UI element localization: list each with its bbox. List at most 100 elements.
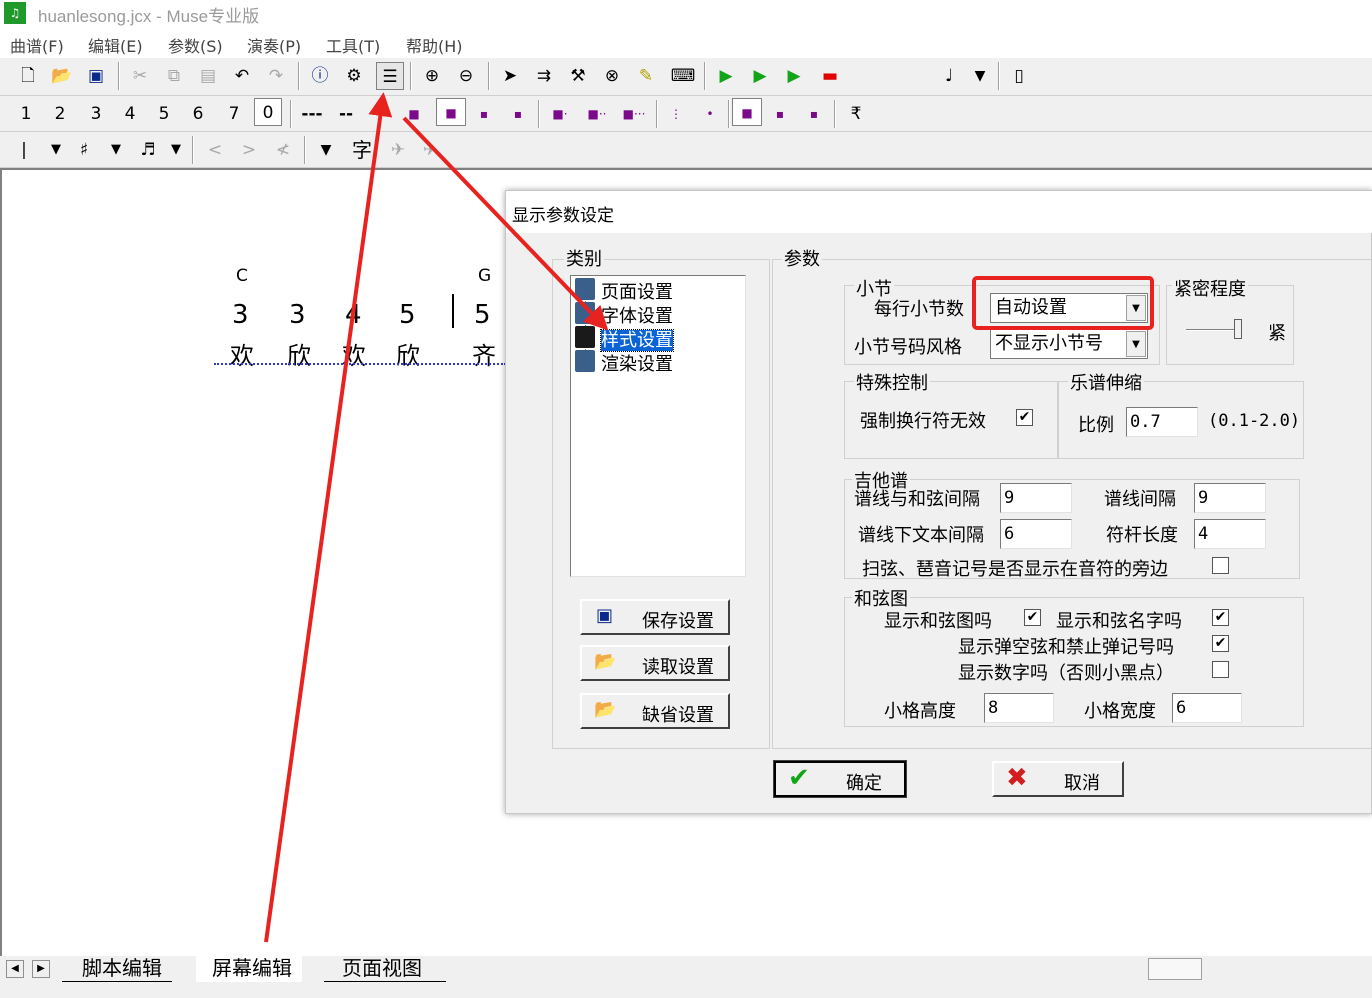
tab-script-edit[interactable]: 脚本编辑 xyxy=(62,956,172,982)
pin-remove-icon[interactable]: ✈ xyxy=(416,136,444,164)
menu-params[interactable]: 参数(S) xyxy=(168,33,223,57)
new-file-icon[interactable]: 🗋 xyxy=(14,62,42,90)
default-settings-button[interactable]: 📂 缺省设置 xyxy=(580,693,730,729)
score-note[interactable]: 5 xyxy=(474,300,491,330)
category-tree[interactable]: 页面设置 字体设置 样式设置 渲染设置 xyxy=(570,275,746,577)
zoom-out-icon[interactable]: ⊖ xyxy=(452,62,480,90)
sharp-dropdown-icon[interactable]: ▼ xyxy=(104,136,128,164)
chevron-down-icon[interactable]: ▼ xyxy=(966,62,994,90)
note-6-button[interactable]: 6 xyxy=(184,100,212,128)
tree-item-font[interactable]: 字体设置 xyxy=(575,302,673,327)
tree-item-style[interactable]: 样式设置 xyxy=(575,326,674,352)
octave-down-icon[interactable]: ▪ xyxy=(766,100,794,128)
pointer-icon[interactable]: ➤ xyxy=(496,62,524,90)
hammer-icon[interactable]: ⚒ xyxy=(564,62,592,90)
octave-up2-icon[interactable]: • xyxy=(696,100,724,128)
menu-play[interactable]: 演奏(P) xyxy=(247,33,301,57)
text-char-button[interactable]: 字 xyxy=(348,136,376,164)
score-note[interactable]: 3 xyxy=(289,300,306,330)
duration-eighth-icon[interactable]: ▪ xyxy=(504,100,532,128)
paint-icon[interactable]: ✎ xyxy=(632,62,660,90)
tree-item-render[interactable]: 渲染设置 xyxy=(575,350,673,375)
play-icon[interactable]: ▶ xyxy=(712,62,740,90)
cut-icon[interactable]: ✂ xyxy=(126,62,154,90)
page-icon[interactable]: ▯ xyxy=(1006,62,1032,90)
scroll-left-icon[interactable]: ◀ xyxy=(6,960,24,978)
metronome-icon[interactable]: ♩ xyxy=(938,62,960,90)
save-settings-button[interactable]: ▣ 保存设置 xyxy=(580,599,730,635)
horizontal-scrollbar[interactable] xyxy=(1148,958,1202,980)
play-here-icon[interactable]: ▶ xyxy=(780,62,808,90)
show-digits-checkbox[interactable] xyxy=(1212,661,1229,678)
barline-dropdown-icon[interactable]: ▼ xyxy=(44,136,68,164)
menu-edit[interactable]: 编辑(E) xyxy=(88,33,143,57)
save-icon[interactable]: ▣ xyxy=(82,62,110,90)
info-icon[interactable]: ⓘ xyxy=(306,62,334,90)
note-1-button[interactable]: 1 xyxy=(12,100,40,128)
chevron-down-icon[interactable]: ▼ xyxy=(1126,295,1146,321)
score-note[interactable]: 5 xyxy=(399,300,416,330)
beam-icon[interactable]: ♬ xyxy=(134,136,162,164)
density-slider[interactable] xyxy=(1234,319,1242,339)
octave-up-icon[interactable]: ⋮ xyxy=(662,100,690,128)
note-7-button[interactable]: 7 xyxy=(220,100,248,128)
crescendo-icon[interactable]: < xyxy=(200,136,230,164)
cancel-button[interactable]: ✖ 取消 xyxy=(992,761,1124,797)
tab-screen-edit[interactable]: 屏幕编辑 xyxy=(196,956,302,982)
cancel-dynamic-icon[interactable]: ≮ xyxy=(268,136,298,164)
note-2-button[interactable]: 2 xyxy=(46,100,74,128)
note-3-button[interactable]: 3 xyxy=(82,100,110,128)
menu-tools[interactable]: 工具(T) xyxy=(326,33,380,57)
barline-icon[interactable]: | xyxy=(12,136,36,164)
properties-icon[interactable]: ⚙ xyxy=(340,62,368,90)
note-4-button[interactable]: 4 xyxy=(116,100,144,128)
line-chord-gap-input[interactable]: 9 xyxy=(1000,483,1072,513)
show-name-checkbox[interactable]: ✔ xyxy=(1212,609,1229,626)
ratio-input[interactable]: 0.7 xyxy=(1126,407,1198,437)
octave-down2-icon[interactable]: ▪ xyxy=(800,100,828,128)
chevron-down-icon[interactable]: ▼ xyxy=(1126,331,1146,357)
duration-whole-icon[interactable]: ■ xyxy=(400,100,428,128)
pin-icon[interactable]: ✈ xyxy=(384,136,412,164)
decrescendo-icon[interactable]: > xyxy=(234,136,264,164)
tree-item-page[interactable]: 页面设置 xyxy=(575,278,673,303)
keyboard-icon[interactable]: ⌨ xyxy=(668,62,698,90)
score-note[interactable]: 3 xyxy=(232,300,249,330)
stop-sign-icon[interactable]: ⊗ xyxy=(598,62,626,90)
menu-help[interactable]: 帮助(H) xyxy=(406,33,463,57)
tab-page-view[interactable]: 页面视图 xyxy=(324,956,446,982)
note-5-button[interactable]: 5 xyxy=(150,100,178,128)
copy-icon[interactable]: ⧉ xyxy=(160,62,188,90)
beam-dropdown-icon[interactable]: ▼ xyxy=(164,136,188,164)
scroll-right-icon[interactable]: ▶ xyxy=(32,960,50,978)
long-dash-button[interactable]: --- xyxy=(296,100,328,128)
duration-half-icon[interactable]: ■ xyxy=(436,98,466,126)
marker-icon[interactable]: ▼ xyxy=(314,136,338,164)
play-from-icon[interactable]: ▶ xyxy=(746,62,774,90)
show-open-checkbox[interactable]: ✔ xyxy=(1212,635,1229,652)
insert-icon[interactable]: ⇉ xyxy=(530,62,558,90)
line-gap-input[interactable]: 9 xyxy=(1194,483,1266,513)
dot-3-icon[interactable]: ■··· xyxy=(618,100,650,128)
zoom-in-icon[interactable]: ⊕ xyxy=(418,62,446,90)
menu-score[interactable]: 曲谱(F) xyxy=(10,33,64,57)
record-stop-icon[interactable]: ▬ xyxy=(816,62,844,90)
short-dash-button[interactable]: -- xyxy=(334,100,358,128)
sharp-icon[interactable]: ♯ xyxy=(72,136,96,164)
force-break-checkbox[interactable]: ✔ xyxy=(1016,409,1033,426)
number-style-select[interactable]: 不显示小节号 ▼ xyxy=(990,329,1148,359)
cell-width-input[interactable]: 6 xyxy=(1172,693,1242,723)
per-line-select[interactable]: 自动设置 ▼ xyxy=(990,293,1148,323)
cell-height-input[interactable]: 8 xyxy=(984,693,1054,723)
rest-0-button[interactable]: 0 xyxy=(254,98,282,126)
load-settings-button[interactable]: 📂 读取设置 xyxy=(580,645,730,681)
open-folder-icon[interactable]: 📂 xyxy=(48,62,76,90)
ok-button[interactable]: ✔ 确定 xyxy=(773,760,907,798)
redo-icon[interactable]: ↷ xyxy=(262,62,290,90)
strum-checkbox[interactable] xyxy=(1212,557,1229,574)
stem-len-input[interactable]: 4 xyxy=(1194,519,1266,549)
text-gap-input[interactable]: 6 xyxy=(1000,519,1072,549)
paste-icon[interactable]: ▤ xyxy=(194,62,222,90)
undo-icon[interactable]: ↶ xyxy=(228,62,256,90)
dot-1-icon[interactable]: ■· xyxy=(546,100,574,128)
